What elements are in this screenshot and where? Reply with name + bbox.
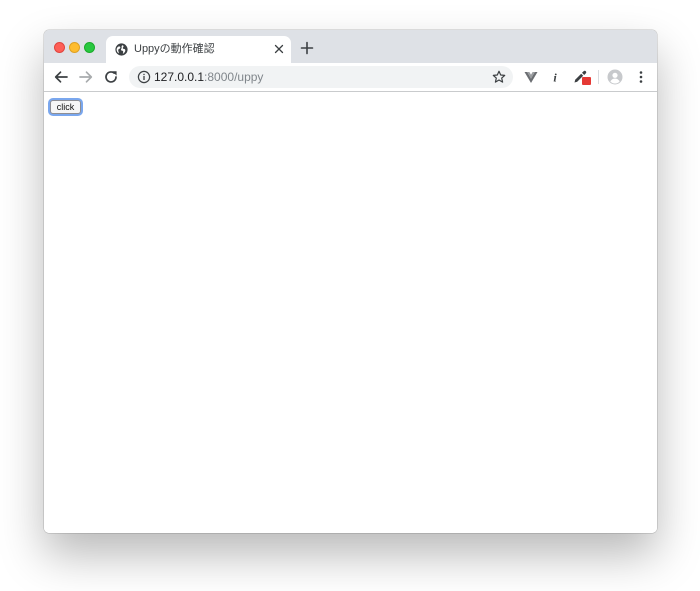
back-arrow-icon[interactable] — [53, 69, 69, 85]
info-icon[interactable] — [137, 70, 151, 84]
reload-icon[interactable] — [103, 69, 119, 85]
url-text[interactable]: 127.0.0.1:8000/uppy — [154, 70, 263, 85]
star-icon[interactable] — [492, 70, 506, 84]
vue-devtools-icon[interactable] — [523, 69, 539, 85]
browser-toolbar: 127.0.0.1:8000/uppy i — [44, 63, 657, 92]
new-tab-icon[interactable] — [300, 41, 314, 55]
address-bar[interactable]: 127.0.0.1:8000/uppy — [129, 66, 513, 88]
info-extension-icon[interactable]: i — [547, 69, 563, 85]
window-close-button[interactable] — [54, 42, 65, 53]
tab-active[interactable]: Uppyの動作確認 — [106, 36, 291, 63]
url-path: :8000/uppy — [204, 70, 264, 84]
click-button[interactable]: click — [50, 100, 81, 114]
window-minimize-button[interactable] — [69, 42, 80, 53]
forward-arrow-icon[interactable] — [78, 69, 94, 85]
extension-badge — [582, 77, 591, 85]
globe-icon — [115, 43, 128, 56]
tab-strip: Uppyの動作確認 — [44, 30, 657, 63]
browser-window: Uppyの動作確認 127.0.0.1:8000/uppy i click — [44, 30, 657, 533]
page-content: click — [44, 92, 657, 533]
desktop-background: Uppyの動作確認 127.0.0.1:8000/uppy i click — [0, 0, 700, 591]
more-vertical-icon[interactable] — [633, 69, 649, 85]
window-maximize-button[interactable] — [84, 42, 95, 53]
tab-title: Uppyの動作確認 — [134, 43, 215, 55]
toolbar-divider — [598, 70, 599, 84]
url-host: 127.0.0.1 — [154, 70, 205, 84]
tab-close-icon[interactable] — [272, 42, 286, 56]
profile-avatar-icon[interactable] — [607, 69, 623, 85]
